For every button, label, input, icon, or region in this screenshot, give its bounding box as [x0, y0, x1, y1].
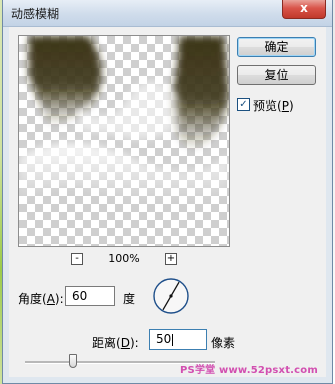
dialog-body: - 100% + 确定 复位 ✓ 预览(P) 角度(A): 60 度 距离(D)… [9, 27, 326, 377]
angle-input[interactable]: 60 [65, 286, 115, 306]
dark-shape-right [173, 36, 229, 151]
distance-input[interactable]: 50 [149, 329, 207, 350]
motion-blur-dialog: 动感模糊 x - 100% + 确定 复位 ✓ 预览(P) 角度(A): 60 … [2, 0, 333, 384]
close-button[interactable]: x [282, 0, 326, 19]
dialog-title: 动感模糊 [11, 7, 60, 21]
distance-label: 距离(D): [92, 336, 139, 350]
checkmark-icon: ✓ [239, 99, 248, 110]
distance-value: 50 [156, 332, 172, 346]
reset-button[interactable]: 复位 [237, 65, 316, 85]
plus-icon: + [166, 253, 176, 264]
dark-shape-left [29, 36, 102, 126]
angle-label: 角度(A): [18, 292, 64, 306]
watermark: PS学堂 www.52psxt.com [180, 365, 318, 376]
zoom-controls: - 100% + [71, 252, 177, 267]
distance-slider-thumb[interactable] [68, 354, 77, 368]
text-caret [172, 333, 174, 346]
distance-unit: 像素 [211, 336, 236, 350]
light-streak [19, 143, 229, 203]
minus-icon: - [75, 253, 79, 264]
ok-button[interactable]: 确定 [237, 37, 316, 57]
preview-canvas[interactable] [18, 35, 230, 247]
angle-dial[interactable] [152, 277, 190, 315]
close-icon: x [300, 1, 308, 15]
zoom-level: 100% [108, 252, 140, 265]
zoom-out-button[interactable]: - [71, 253, 83, 265]
angle-unit: 度 [123, 292, 136, 306]
preview-checkbox[interactable]: ✓ [237, 98, 250, 111]
blurred-image-preview [19, 36, 229, 203]
zoom-in-button[interactable]: + [165, 253, 177, 265]
preview-checkbox-label: 预览(P) [253, 99, 294, 113]
title-bar[interactable]: 动感模糊 x [3, 0, 332, 27]
